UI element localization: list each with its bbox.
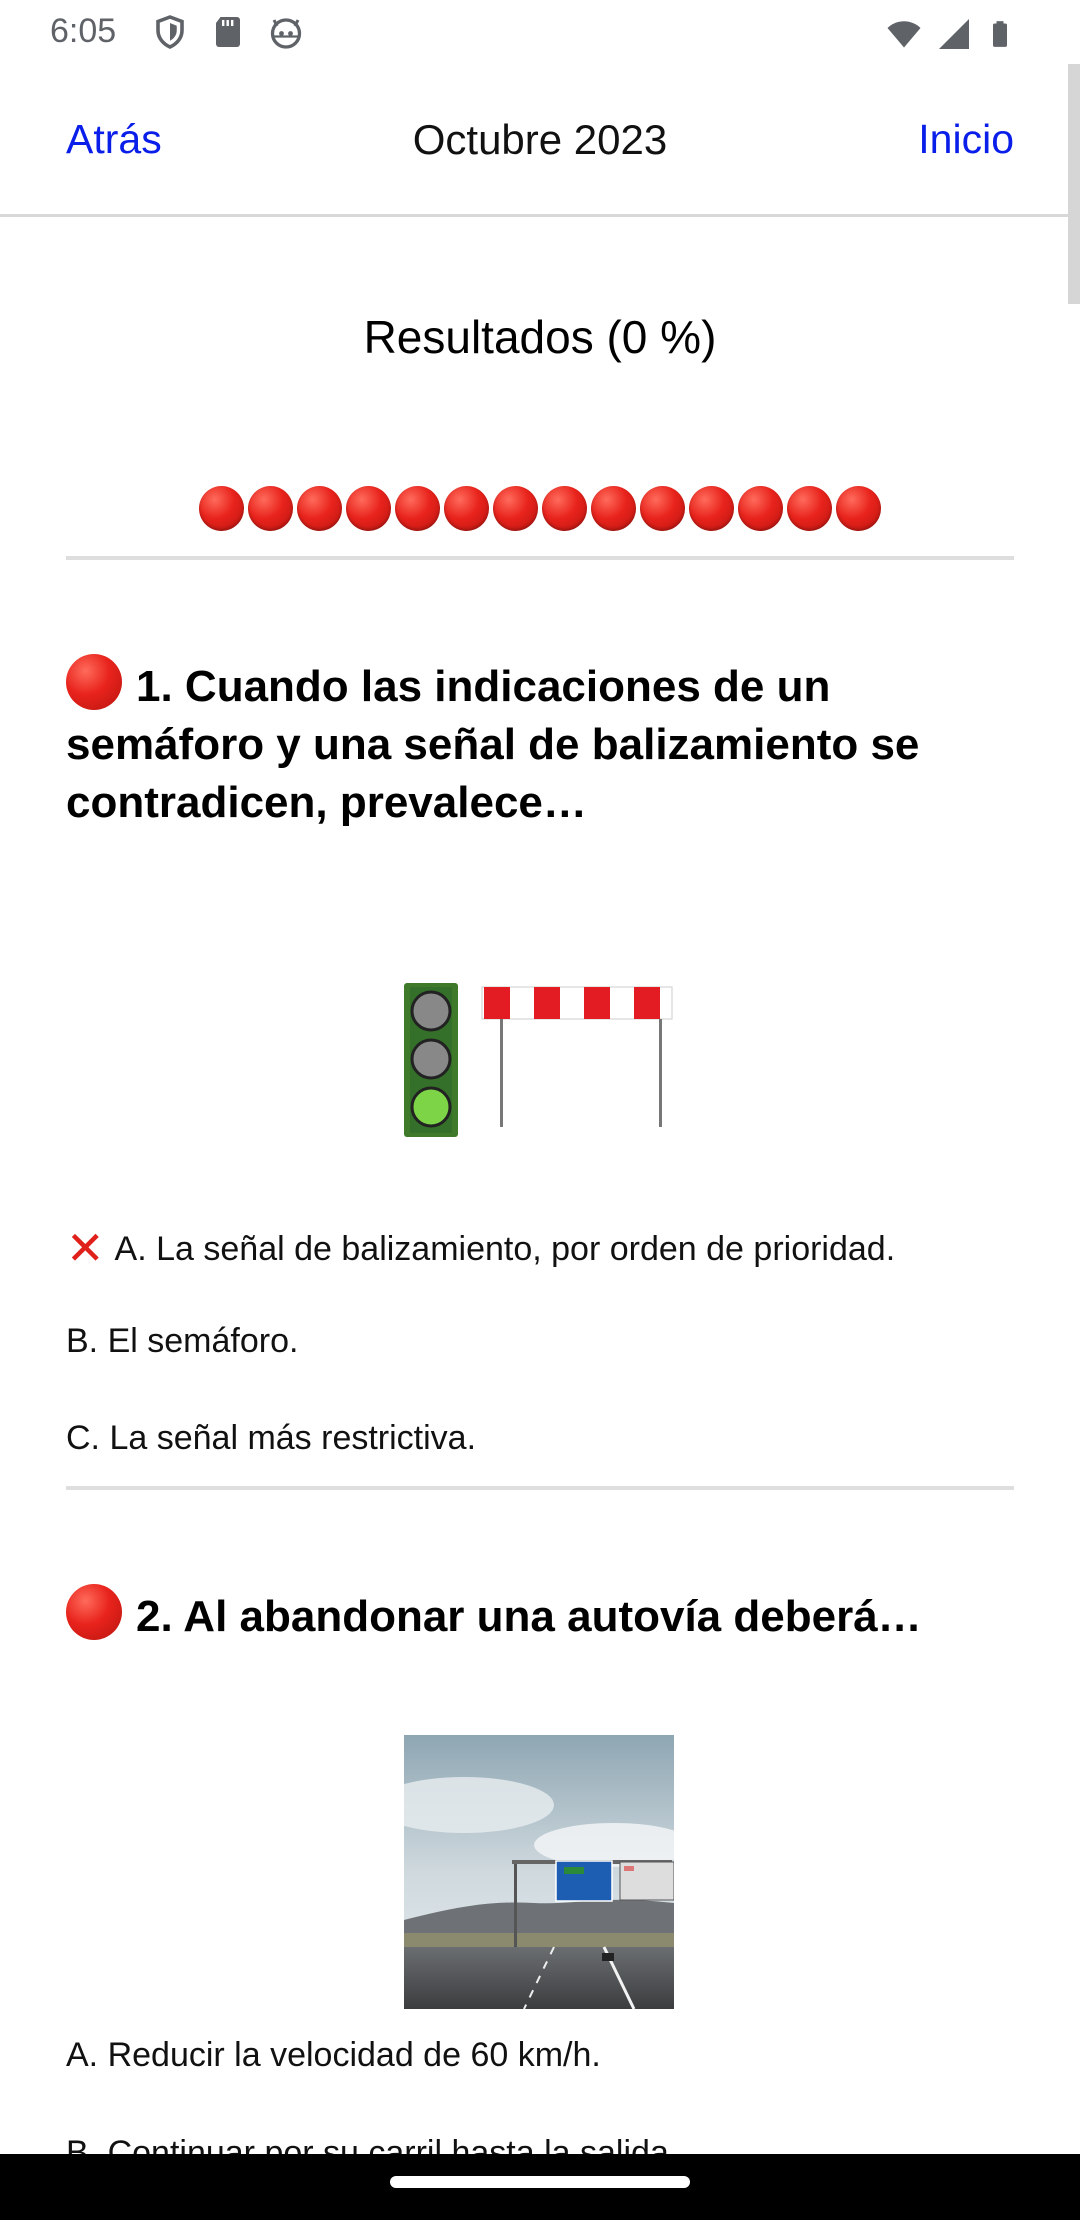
answer-1b: B. El semáforo. [66, 1322, 299, 1360]
scrollbar[interactable] [1068, 64, 1080, 2154]
shield-icon [156, 15, 184, 49]
sd-card-icon [216, 17, 240, 47]
wrong-answer-icon: ✕ [66, 1222, 105, 1274]
result-dot-red [836, 486, 881, 531]
result-dot-red [787, 486, 832, 531]
traffic-light-and-barrier-illustration [404, 983, 673, 1137]
highway-exit-photo [404, 1735, 674, 2009]
battery-icon [993, 21, 1007, 47]
question-2-title: 2. Al abandonar una autovía deberá… [66, 1584, 1014, 1646]
results-dots [66, 486, 1014, 531]
system-navigation-bar [0, 2154, 1080, 2220]
result-dot-red [297, 486, 342, 531]
nav-bar: Atrás Octubre 2023 Inicio [0, 64, 1080, 217]
result-dot-red [199, 486, 244, 531]
results-title: Resultados (0 %) [363, 311, 717, 363]
result-dot-red [444, 486, 489, 531]
result-dot-red [689, 486, 734, 531]
answer-1a: ✕ A. La señal de balizamiento, por orden … [66, 1221, 1014, 1275]
status-bar: 6:05 [0, 0, 1080, 64]
result-dot-red [738, 486, 783, 531]
result-dot-red [346, 486, 391, 531]
question-1-text: 1. Cuando las indicaciones de un semáfor… [66, 662, 920, 827]
result-dot-red [493, 486, 538, 531]
scrollbar-thumb[interactable] [1068, 64, 1080, 304]
red-circle-icon [66, 1584, 122, 1640]
android-icon [270, 18, 302, 49]
result-dot-red [591, 486, 636, 531]
home-button[interactable]: Inicio [918, 116, 1014, 163]
question-2-text: 2. Al abandonar una autovía deberá… [136, 1592, 922, 1641]
signal-icon [939, 19, 969, 49]
status-icons-right [886, 16, 1014, 52]
divider [66, 1486, 1014, 1490]
question-1-title: 1. Cuando las indicaciones de un semáfor… [66, 654, 1014, 832]
result-dot-red [395, 486, 440, 531]
red-circle-icon [66, 654, 122, 710]
answer-2a: A. Reducir la velocidad de 60 km/h. [66, 2036, 601, 2074]
status-time: 6:05 [50, 12, 117, 50]
result-dot-red [640, 486, 685, 531]
answer-1a-text: A. La señal de balizamiento, por orden d… [114, 1230, 896, 1268]
wifi-icon [887, 21, 921, 48]
status-icons-left [152, 14, 304, 50]
home-gesture-handle[interactable] [390, 2176, 690, 2188]
result-dot-red [542, 486, 587, 531]
divider [66, 556, 1014, 560]
result-dot-red [248, 486, 293, 531]
answer-1c: C. La señal más restrictiva. [66, 1419, 477, 1457]
